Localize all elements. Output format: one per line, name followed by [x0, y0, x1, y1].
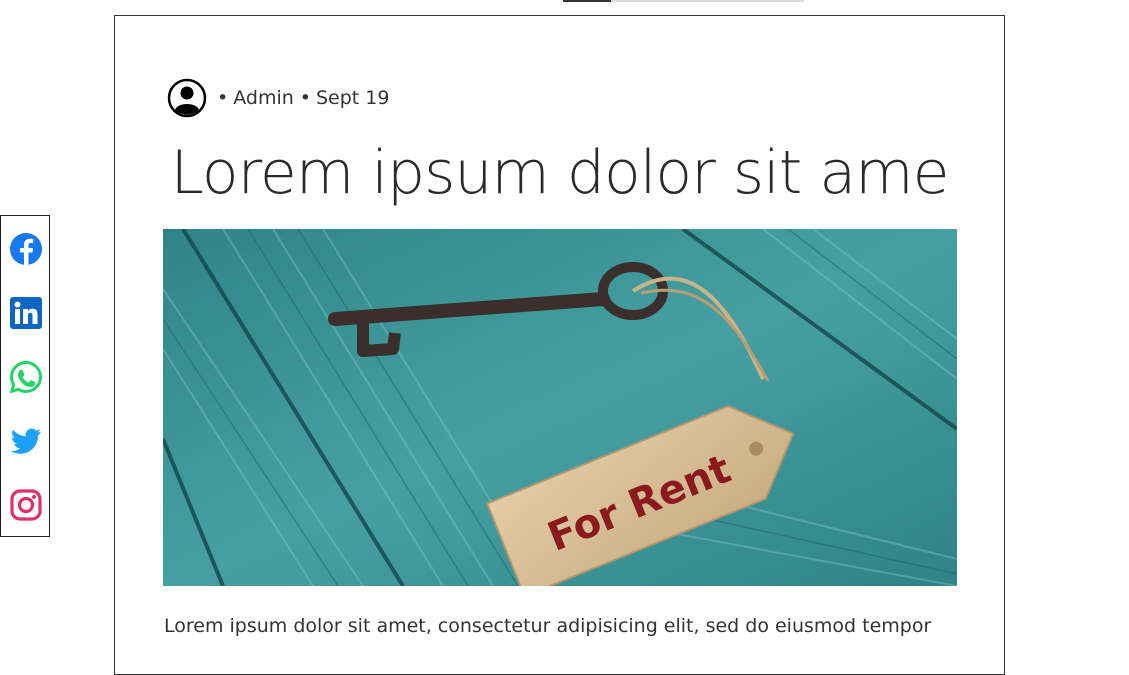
post-hero-image: For Rent	[163, 229, 957, 586]
user-avatar-icon	[167, 78, 207, 118]
instagram-icon[interactable]	[9, 488, 43, 522]
facebook-icon[interactable]	[9, 232, 43, 266]
author-separator: •	[217, 87, 229, 109]
post-excerpt: Lorem ipsum dolor sit amet, consectetur …	[164, 615, 932, 637]
author-name[interactable]: Admin	[233, 87, 294, 109]
linkedin-icon[interactable]	[9, 296, 43, 330]
top-scroll-indicator	[563, 0, 804, 2]
post-card: • Admin • Sept 19 Lorem ipsum dolor sit …	[114, 15, 1005, 675]
share-sidebar	[0, 215, 50, 537]
post-title: Lorem ipsum dolor sit ame	[170, 138, 950, 208]
date-separator: •	[299, 87, 311, 109]
top-scroll-indicator-active	[563, 0, 611, 2]
post-date: Sept 19	[316, 87, 390, 109]
post-meta: • Admin • Sept 19	[167, 78, 389, 118]
hero-image-illustration: For Rent	[163, 229, 957, 586]
twitter-icon[interactable]	[9, 424, 43, 458]
whatsapp-icon[interactable]	[9, 360, 43, 394]
